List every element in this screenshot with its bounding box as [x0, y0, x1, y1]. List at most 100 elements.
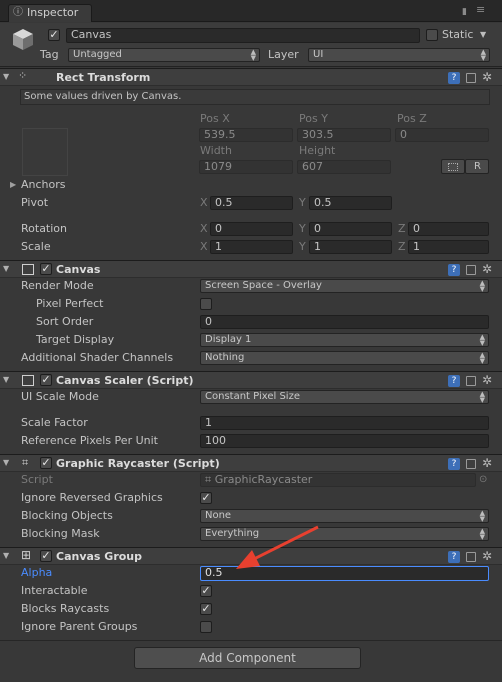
anchors-foldout-icon[interactable]: ▶ [10, 178, 16, 192]
canvas-group-enabled-toggle[interactable]: ✓ [40, 550, 52, 562]
active-toggle[interactable]: ✓ [48, 29, 60, 41]
tab-inspector[interactable]: ⓘ Inspector [8, 4, 92, 22]
scale-z-field[interactable]: 1 [408, 240, 489, 254]
preset-icon[interactable] [466, 73, 476, 83]
scale-factor-field[interactable]: 1 [200, 416, 489, 430]
pos-y-label: Pos Y [299, 112, 328, 125]
help-icon[interactable]: ? [448, 375, 460, 387]
preset-icon[interactable] [466, 376, 476, 386]
help-icon[interactable]: ? [448, 264, 460, 276]
blocks-raycasts-toggle[interactable]: ✓ [200, 603, 212, 615]
gear-icon[interactable]: ✲ [482, 549, 492, 563]
anchors-label[interactable]: Anchors [21, 178, 66, 192]
graphic-raycaster-header[interactable]: ▼ ⌗ ✓ Graphic Raycaster (Script) ? ✲ [0, 454, 502, 472]
help-icon[interactable]: ? [448, 551, 460, 563]
blocking-mask-dropdown[interactable]: Everything ▲ ▼ [200, 527, 489, 541]
gear-icon[interactable]: ✲ [482, 70, 492, 84]
component-header-icons: ? ✲ [448, 70, 496, 85]
layer-label: Layer [268, 48, 299, 61]
script-field[interactable]: ⌗ GraphicRaycaster [200, 473, 476, 487]
component-header-icons: ? ✲ [448, 456, 496, 471]
help-icon[interactable]: ? [448, 72, 460, 84]
foldout-arrow-icon[interactable]: ▼ [3, 551, 9, 560]
interactable-toggle[interactable]: ✓ [200, 585, 212, 597]
divider [0, 640, 502, 641]
pos-z-field[interactable]: 0 [395, 128, 489, 142]
scale-x-label: X [200, 240, 208, 253]
height-field[interactable]: 607 [297, 160, 391, 174]
canvas-header[interactable]: ▼ ✓ Canvas ? ✲ [0, 260, 502, 278]
sort-order-field[interactable]: 0 [200, 315, 489, 329]
preset-icon[interactable] [466, 552, 476, 562]
canvas-enabled-toggle[interactable]: ✓ [40, 263, 52, 275]
add-component-button[interactable]: Add Component [134, 647, 361, 669]
layer-dropdown[interactable]: UI ▲ ▼ [308, 48, 490, 62]
rect-transform-header[interactable]: ▼ ⁘ Rect Transform ? ✲ [0, 68, 502, 86]
static-dropdown-icon[interactable]: ▼ [480, 28, 486, 42]
tag-dropdown[interactable]: Untagged ▲ ▼ [68, 48, 260, 62]
raw-edit-button[interactable]: R [465, 159, 489, 174]
render-mode-dropdown[interactable]: Screen Space - Overlay ▲ ▼ [200, 279, 489, 293]
shader-channels-label: Additional Shader Channels [21, 351, 174, 364]
pos-x-field[interactable]: 539.5 [199, 128, 293, 142]
canvas-scaler-header[interactable]: ▼ ✓ Canvas Scaler (Script) ? ✲ [0, 371, 502, 389]
foldout-arrow-icon[interactable]: ▼ [3, 72, 9, 81]
foldout-arrow-icon[interactable]: ▼ [3, 458, 9, 467]
graphic-raycaster-enabled-toggle[interactable]: ✓ [40, 457, 52, 469]
foldout-arrow-icon[interactable]: ▼ [3, 264, 9, 273]
canvas-scaler-enabled-toggle[interactable]: ✓ [40, 374, 52, 386]
pivot-label: Pivot [21, 196, 49, 209]
ignore-parent-label: Ignore Parent Groups [21, 620, 138, 633]
shader-channels-dropdown[interactable]: Nothing ▲ ▼ [200, 351, 489, 365]
blocking-objects-dropdown[interactable]: None ▲ ▼ [200, 509, 489, 523]
anchor-preset-box[interactable] [22, 128, 68, 176]
blocking-mask-value: Everything [205, 528, 260, 539]
chevron-updown-icon: ▲ ▼ [479, 333, 485, 347]
ignore-reversed-toggle[interactable]: ✓ [200, 492, 212, 504]
static-toggle[interactable] [426, 29, 438, 41]
gear-icon[interactable]: ✲ [482, 262, 492, 276]
pivot-x-field[interactable]: 0.5 [210, 196, 293, 210]
pixel-perfect-toggle[interactable] [200, 298, 212, 310]
canvas-group-header[interactable]: ▼ ⊞ ✓ Canvas Group ? ✲ [0, 547, 502, 565]
ignore-parent-toggle[interactable] [200, 621, 212, 633]
static-label: Static [442, 28, 474, 41]
component-header-icons: ? ✲ [448, 373, 496, 388]
canvas-group-icon: ⊞ [21, 548, 32, 562]
lock-icon[interactable]: ▮ [462, 5, 467, 19]
ref-ppu-field[interactable]: 100 [200, 434, 489, 448]
script-icon [22, 375, 34, 386]
object-name-field[interactable]: Canvas [66, 28, 420, 43]
rot-x-label: X [200, 222, 208, 235]
preset-icon[interactable] [466, 265, 476, 275]
foldout-arrow-icon[interactable]: ▼ [3, 375, 9, 384]
rot-x-field[interactable]: 0 [210, 222, 293, 236]
preset-icon[interactable] [466, 459, 476, 469]
scale-y-field[interactable]: 1 [309, 240, 392, 254]
tab-menu-icon[interactable]: ≡ [476, 3, 485, 17]
pivot-y-field[interactable]: 0.5 [309, 196, 392, 210]
blocking-mask-label: Blocking Mask [21, 527, 100, 540]
pos-z-label: Pos Z [397, 112, 427, 125]
driven-note-box: Some values driven by Canvas. [20, 89, 490, 105]
rot-y-field[interactable]: 0 [309, 222, 392, 236]
scale-x-field[interactable]: 1 [210, 240, 293, 254]
alpha-field[interactable]: 0.5 [200, 566, 489, 581]
target-display-dropdown[interactable]: Display 1 ▲ ▼ [200, 333, 489, 347]
help-icon[interactable]: ? [448, 458, 460, 470]
width-field[interactable]: 1079 [199, 160, 293, 174]
sort-order-label: Sort Order [36, 315, 94, 328]
raw-edit-label: R [474, 161, 481, 172]
pos-y-field[interactable]: 303.5 [297, 128, 391, 142]
blocking-objects-label: Blocking Objects [21, 509, 113, 522]
alpha-label: Alpha [21, 566, 53, 579]
tab-bar: ⓘ Inspector ▮ ≡ [0, 0, 502, 22]
gear-icon[interactable]: ✲ [482, 456, 492, 470]
object-picker-icon[interactable]: ⊙ [479, 473, 487, 487]
blueprint-button[interactable] [441, 159, 465, 174]
info-icon: ⓘ [13, 7, 23, 18]
ui-scale-mode-dropdown[interactable]: Constant Pixel Size ▲ ▼ [200, 390, 489, 404]
pivot-y-label: Y [299, 196, 306, 209]
rot-z-field[interactable]: 0 [408, 222, 489, 236]
gear-icon[interactable]: ✲ [482, 373, 492, 387]
